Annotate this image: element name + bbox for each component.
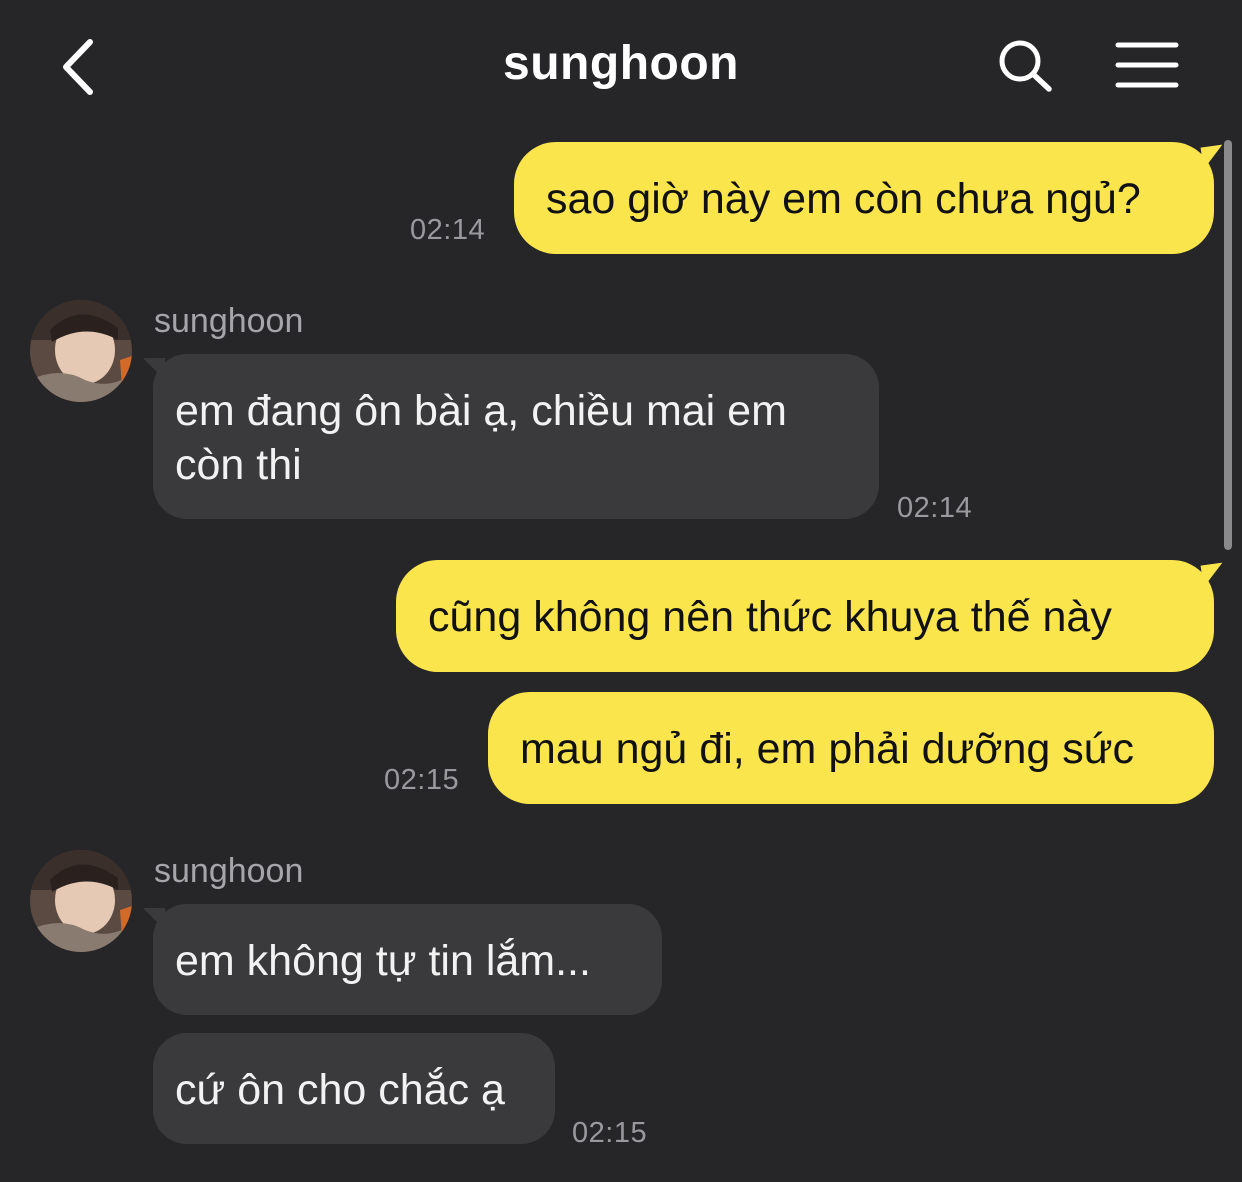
bubble-tail [143, 908, 165, 930]
hamburger-menu-icon [1115, 42, 1179, 88]
their-message-bubble[interactable]: cứ ôn cho chắc ạ [153, 1033, 555, 1144]
menu-button[interactable] [1114, 40, 1180, 90]
avatar[interactable] [30, 850, 132, 952]
message-text: cũng không nên thức khuya thế này [428, 593, 1112, 641]
chat-title: sunghoon [503, 37, 739, 90]
message-text: sao giờ này em còn chưa ngủ? [546, 175, 1141, 223]
search-icon [999, 40, 1052, 92]
chevron-left-icon [63, 39, 93, 95]
back-button[interactable] [58, 36, 102, 98]
bubble-tail [1200, 144, 1226, 170]
message-text: mau ngủ đi, em phải dưỡng sức [520, 725, 1135, 773]
my-message-bubble[interactable]: sao giờ này em còn chưa ngủ? [514, 142, 1226, 254]
their-message-bubble[interactable]: em đang ôn bài ạ, chiều mai em còn thi [143, 354, 879, 519]
my-message-bubble[interactable]: mau ngủ đi, em phải dưỡng sức [488, 692, 1214, 804]
bubble-tail [1200, 562, 1226, 588]
message-text: em đang ôn bài ạ, chiều mai em còn thi [175, 387, 787, 489]
message-text: em không tự tin lắm... [175, 937, 591, 985]
avatar-image [30, 300, 132, 402]
message-time: 02:15 [572, 1117, 648, 1149]
message-time: 02:14 [410, 214, 486, 246]
message-text: cứ ôn cho chắc ạ [175, 1066, 505, 1114]
bubble-tail [143, 358, 165, 380]
sender-name: sunghoon [154, 302, 304, 340]
message-time: 02:14 [897, 492, 973, 524]
chat-screen: sunghoon 02:14 sao giờ này em còn chưa n… [0, 0, 1242, 1182]
avatar-image [30, 850, 132, 952]
sender-name: sunghoon [154, 852, 304, 890]
scrollbar[interactable] [1224, 140, 1232, 550]
their-message-bubble[interactable]: em không tự tin lắm... [143, 904, 662, 1015]
avatar[interactable] [30, 300, 132, 402]
my-message-bubble[interactable]: cũng không nên thức khuya thế này [396, 560, 1226, 672]
message-time: 02:15 [384, 764, 460, 796]
search-button[interactable] [996, 38, 1056, 94]
